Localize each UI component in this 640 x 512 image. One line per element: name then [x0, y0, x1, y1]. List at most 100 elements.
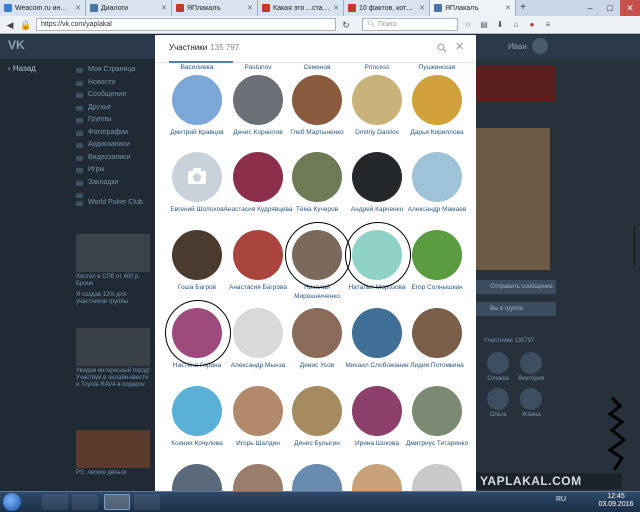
minimize-button[interactable]: –	[580, 0, 600, 16]
avatar[interactable]	[412, 75, 462, 125]
menu-item-video[interactable]: Видеозаписи	[76, 152, 143, 165]
avatar[interactable]	[352, 308, 402, 358]
language-indicator[interactable]: RU	[556, 496, 566, 503]
close-window-button[interactable]: ✕	[620, 0, 640, 16]
group-photo[interactable]	[476, 128, 550, 270]
members-count[interactable]: Участники 135797	[476, 338, 534, 344]
menu-item-photos[interactable]: Фотографии	[76, 127, 143, 140]
avatar[interactable]	[172, 230, 222, 280]
member-card[interactable]	[162, 464, 232, 491]
browser-tab[interactable]: Weacom.ru информ...✕	[0, 0, 86, 16]
member-name[interactable]: Евгений Шолохов	[162, 205, 232, 214]
browser-tab[interactable]: 10 фактов, которые ...✕	[344, 0, 430, 16]
member-card[interactable]: Дмитрий Кравцов	[162, 75, 232, 137]
reading-list-icon[interactable]: ▤	[478, 19, 490, 31]
back-arrow-icon[interactable]: ◀	[4, 19, 16, 31]
menu-item-groups[interactable]: Группы	[76, 114, 143, 127]
home-icon[interactable]: ⌂	[510, 19, 522, 31]
menu-item-friends[interactable]: Друзья	[76, 102, 143, 115]
in-group-button[interactable]: Вы в группе	[476, 302, 556, 316]
member-name[interactable]: Ксения Кочулова	[162, 439, 232, 448]
menu-item-audio[interactable]: Аудиозаписи	[76, 139, 143, 152]
member-card[interactable]: Ксения Кочулова	[162, 386, 232, 448]
avatar[interactable]	[233, 152, 283, 202]
avatar[interactable]	[352, 464, 402, 491]
avatar[interactable]	[352, 152, 402, 202]
member-card[interactable]: Дарья Кириллова	[402, 75, 472, 137]
menu-item-my-page[interactable]: Моя Страница	[76, 64, 143, 77]
menu-item-messages[interactable]: Сообщения	[76, 89, 143, 102]
browser-tab[interactable]: Диалоги ✕	[86, 0, 172, 16]
avatar[interactable]	[412, 230, 462, 280]
member-card[interactable]	[402, 464, 472, 491]
close-icon[interactable]: ✕	[455, 41, 464, 53]
member-card[interactable]: Александр Мамаев	[402, 152, 472, 214]
ad-block[interactable]: Хостел в СПб от 400 р. Брони	[76, 234, 150, 288]
avatar[interactable]	[352, 75, 402, 125]
member-preview[interactable]: Виктория	[517, 352, 545, 382]
browser-tab-active[interactable]: ЯПлакалъ ✕	[430, 0, 516, 16]
member-name[interactable]: Дмитрий Кравцов	[162, 128, 232, 137]
clock[interactable]: 12:45 03.09.2016	[596, 493, 636, 509]
member-card[interactable]: Евгений Шолохов	[162, 152, 232, 214]
avatar[interactable]	[172, 464, 222, 491]
avatar[interactable]	[412, 152, 462, 202]
member-card[interactable]: Дмитриус Титаренко	[402, 386, 472, 448]
search-input[interactable]: 🔍︎ Поиск	[362, 18, 458, 31]
back-link[interactable]: ‹ Назад	[8, 64, 36, 73]
avatar[interactable]	[412, 464, 462, 491]
member-preview[interactable]: Олежка	[484, 352, 512, 382]
firefox-taskbar-icon[interactable]	[104, 494, 130, 510]
maximize-button[interactable]: □	[600, 0, 620, 16]
avatar[interactable]	[172, 152, 222, 202]
media-taskbar-icon[interactable]	[72, 494, 98, 510]
member-preview[interactable]: Ольга	[484, 388, 512, 418]
send-message-button[interactable]: Отправить сообщение	[476, 280, 556, 294]
menu-item-bookmarks[interactable]: Закладки	[76, 177, 143, 190]
download-icon[interactable]: ⬇	[494, 19, 506, 31]
avatar[interactable]	[172, 386, 222, 436]
browser-tab[interactable]: ЯПлакалъ ✕	[172, 0, 258, 16]
avatar[interactable]	[233, 230, 283, 280]
member-preview[interactable]: Жанна	[517, 388, 545, 418]
vs-taskbar-icon[interactable]	[134, 494, 160, 510]
avatar[interactable]	[292, 464, 342, 491]
tab-close-icon[interactable]: ✕	[333, 4, 339, 12]
avatar[interactable]	[292, 75, 342, 125]
tab-close-icon[interactable]: ✕	[505, 4, 511, 12]
avatar[interactable]	[233, 308, 283, 358]
member-name[interactable]: Александр Мамаев	[402, 205, 472, 214]
member-name[interactable]: Дарья Кириллова	[402, 128, 472, 137]
explorer-taskbar-icon[interactable]	[42, 494, 68, 510]
avatar[interactable]	[292, 152, 342, 202]
vk-logo[interactable]: VK	[8, 38, 25, 52]
new-tab-button[interactable]: +	[516, 0, 530, 16]
reload-icon[interactable]: ↻	[340, 19, 352, 31]
tab-close-icon[interactable]: ✕	[419, 4, 425, 12]
menu-icon[interactable]: ≡	[542, 19, 554, 31]
menu-item-news[interactable]: Новости	[76, 77, 143, 90]
address-bar[interactable]: https://vk.com/yaplakal	[36, 18, 336, 31]
member-card[interactable]: Лидия Потомкина	[402, 308, 472, 370]
ad-block[interactable]: PS: легкие деньги	[76, 430, 150, 477]
tab-close-icon[interactable]: ✕	[247, 4, 253, 12]
ad-block[interactable]: Увидев интересный город! Участвуй в онла…	[76, 328, 150, 389]
browser-tab[interactable]: Какая это ...ста? Это ...✕	[258, 0, 344, 16]
menu-item-app[interactable]: World Poker Club	[76, 197, 143, 210]
search-icon[interactable]	[437, 43, 447, 53]
avatar[interactable]	[233, 75, 283, 125]
star-icon[interactable]: ☆	[462, 19, 474, 31]
avatar[interactable]	[292, 308, 342, 358]
avatar[interactable]	[172, 75, 222, 125]
start-button[interactable]	[3, 493, 21, 511]
avatar[interactable]	[233, 464, 283, 491]
avatar[interactable]	[233, 386, 283, 436]
vk-user-name[interactable]: Иван	[508, 42, 527, 51]
member-name[interactable]: Лидия Потомкина	[402, 361, 472, 370]
avatar[interactable]	[352, 386, 402, 436]
member-card[interactable]: Гоша Багров	[162, 230, 232, 292]
avatar[interactable]	[412, 386, 462, 436]
avatar[interactable]	[532, 38, 548, 54]
menu-item-games[interactable]: Игры	[76, 164, 143, 177]
avatar[interactable]	[292, 386, 342, 436]
